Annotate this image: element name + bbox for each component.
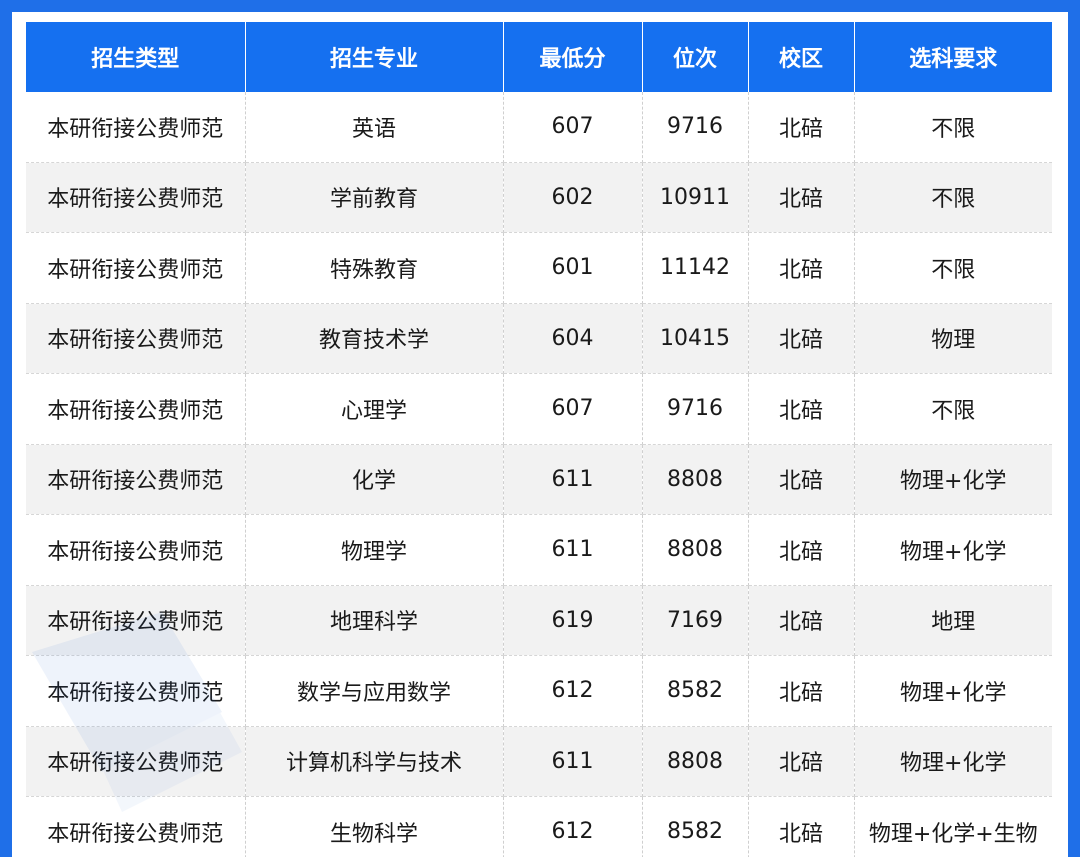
cell-campus: 北碚: [748, 655, 855, 727]
cell-subject-requirement: 不限: [854, 162, 1052, 233]
table-row: 本研衔接公费师范 地理科学 619 7169 北碚 地理: [26, 585, 1052, 656]
cell-subject-requirement: 物理+化学: [854, 444, 1052, 515]
table-row: 本研衔接公费师范 计算机科学与技术 611 8808 北碚 物理+化学: [26, 726, 1052, 797]
table-body: 本研衔接公费师范 英语 607 9716 北碚 不限 本研衔接公费师范 学前教育 602 1091…: [26, 92, 1052, 857]
table-row: 本研衔接公费师范 英语 607 9716 北碚 不限: [26, 92, 1052, 163]
cell-min-score: 607: [503, 373, 643, 445]
cell-type: 本研衔接公费师范: [26, 444, 246, 515]
column-header-subject-requirement: 选科要求: [854, 22, 1052, 92]
cell-rank: 8582: [642, 796, 749, 857]
cell-type: 本研衔接公费师范: [26, 585, 246, 656]
cell-campus: 北碚: [748, 303, 855, 374]
table-row: 本研衔接公费师范 学前教育 602 10911 北碚 不限: [26, 162, 1052, 233]
admission-table: 招生类型 招生专业 最低分 位次 校区 选科要求 本研衔接公费师范 英语 607 97…: [26, 22, 1052, 857]
cell-rank: 11142: [642, 232, 749, 304]
cell-type: 本研衔接公费师范: [26, 373, 246, 445]
table-row: 本研衔接公费师范 物理学 611 8808 北碚 物理+化学: [26, 514, 1052, 586]
cell-subject-requirement: 地理: [854, 585, 1052, 656]
cell-major: 生物科学: [245, 796, 504, 857]
column-header-min-score: 最低分: [503, 22, 643, 92]
cell-rank: 9716: [642, 92, 749, 163]
cell-campus: 北碚: [748, 232, 855, 304]
cell-major: 学前教育: [245, 162, 504, 233]
cell-major: 地理科学: [245, 585, 504, 656]
header-row: 招生类型 招生专业 最低分 位次 校区 选科要求: [26, 22, 1052, 92]
cell-campus: 北碚: [748, 514, 855, 586]
cell-rank: 8808: [642, 444, 749, 515]
column-header-major: 招生专业: [245, 22, 504, 92]
table-sheet: 招生类型 招生专业 最低分 位次 校区 选科要求 本研衔接公费师范 英语 607 97…: [12, 12, 1068, 857]
cell-type: 本研衔接公费师范: [26, 726, 246, 797]
table-row: 本研衔接公费师范 化学 611 8808 北碚 物理+化学: [26, 444, 1052, 515]
cell-min-score: 611: [503, 514, 643, 586]
cell-subject-requirement: 物理+化学+生物: [854, 796, 1052, 857]
cell-subject-requirement: 物理+化学: [854, 514, 1052, 586]
cell-rank: 7169: [642, 585, 749, 656]
cell-major: 数学与应用数学: [245, 655, 504, 727]
cell-campus: 北碚: [748, 726, 855, 797]
cell-major: 教育技术学: [245, 303, 504, 374]
cell-min-score: 612: [503, 655, 643, 727]
table-header: 招生类型 招生专业 最低分 位次 校区 选科要求: [26, 22, 1052, 92]
cell-min-score: 611: [503, 726, 643, 797]
cell-major: 特殊教育: [245, 232, 504, 304]
cell-major: 英语: [245, 92, 504, 163]
cell-major: 计算机科学与技术: [245, 726, 504, 797]
cell-major: 心理学: [245, 373, 504, 445]
cell-rank: 10911: [642, 162, 749, 233]
cell-min-score: 612: [503, 796, 643, 857]
cell-min-score: 619: [503, 585, 643, 656]
table-row: 本研衔接公费师范 教育技术学 604 10415 北碚 物理: [26, 303, 1052, 374]
cell-subject-requirement: 物理: [854, 303, 1052, 374]
cell-rank: 8582: [642, 655, 749, 727]
table-row: 本研衔接公费师范 特殊教育 601 11142 北碚 不限: [26, 232, 1052, 304]
cell-rank: 8808: [642, 514, 749, 586]
cell-type: 本研衔接公费师范: [26, 655, 246, 727]
cell-type: 本研衔接公费师范: [26, 162, 246, 233]
cell-rank: 8808: [642, 726, 749, 797]
cell-campus: 北碚: [748, 444, 855, 515]
cell-campus: 北碚: [748, 92, 855, 163]
cell-rank: 10415: [642, 303, 749, 374]
page-frame: 招生类型 招生专业 最低分 位次 校区 选科要求 本研衔接公费师范 英语 607 97…: [0, 0, 1080, 857]
column-header-rank: 位次: [642, 22, 749, 92]
cell-campus: 北碚: [748, 796, 855, 857]
column-header-campus: 校区: [748, 22, 855, 92]
cell-subject-requirement: 物理+化学: [854, 655, 1052, 727]
cell-campus: 北碚: [748, 585, 855, 656]
table-row: 本研衔接公费师范 数学与应用数学 612 8582 北碚 物理+化学: [26, 655, 1052, 727]
cell-subject-requirement: 物理+化学: [854, 726, 1052, 797]
cell-type: 本研衔接公费师范: [26, 232, 246, 304]
cell-subject-requirement: 不限: [854, 92, 1052, 163]
cell-subject-requirement: 不限: [854, 373, 1052, 445]
cell-type: 本研衔接公费师范: [26, 514, 246, 586]
cell-subject-requirement: 不限: [854, 232, 1052, 304]
cell-min-score: 607: [503, 92, 643, 163]
cell-min-score: 604: [503, 303, 643, 374]
cell-min-score: 611: [503, 444, 643, 515]
cell-type: 本研衔接公费师范: [26, 92, 246, 163]
table-row: 本研衔接公费师范 心理学 607 9716 北碚 不限: [26, 373, 1052, 445]
cell-rank: 9716: [642, 373, 749, 445]
cell-major: 物理学: [245, 514, 504, 586]
cell-type: 本研衔接公费师范: [26, 796, 246, 857]
cell-type: 本研衔接公费师范: [26, 303, 246, 374]
cell-min-score: 602: [503, 162, 643, 233]
cell-min-score: 601: [503, 232, 643, 304]
column-header-type: 招生类型: [26, 22, 246, 92]
table-row: 本研衔接公费师范 生物科学 612 8582 北碚 物理+化学+生物: [26, 796, 1052, 857]
cell-major: 化学: [245, 444, 504, 515]
cell-campus: 北碚: [748, 373, 855, 445]
cell-campus: 北碚: [748, 162, 855, 233]
